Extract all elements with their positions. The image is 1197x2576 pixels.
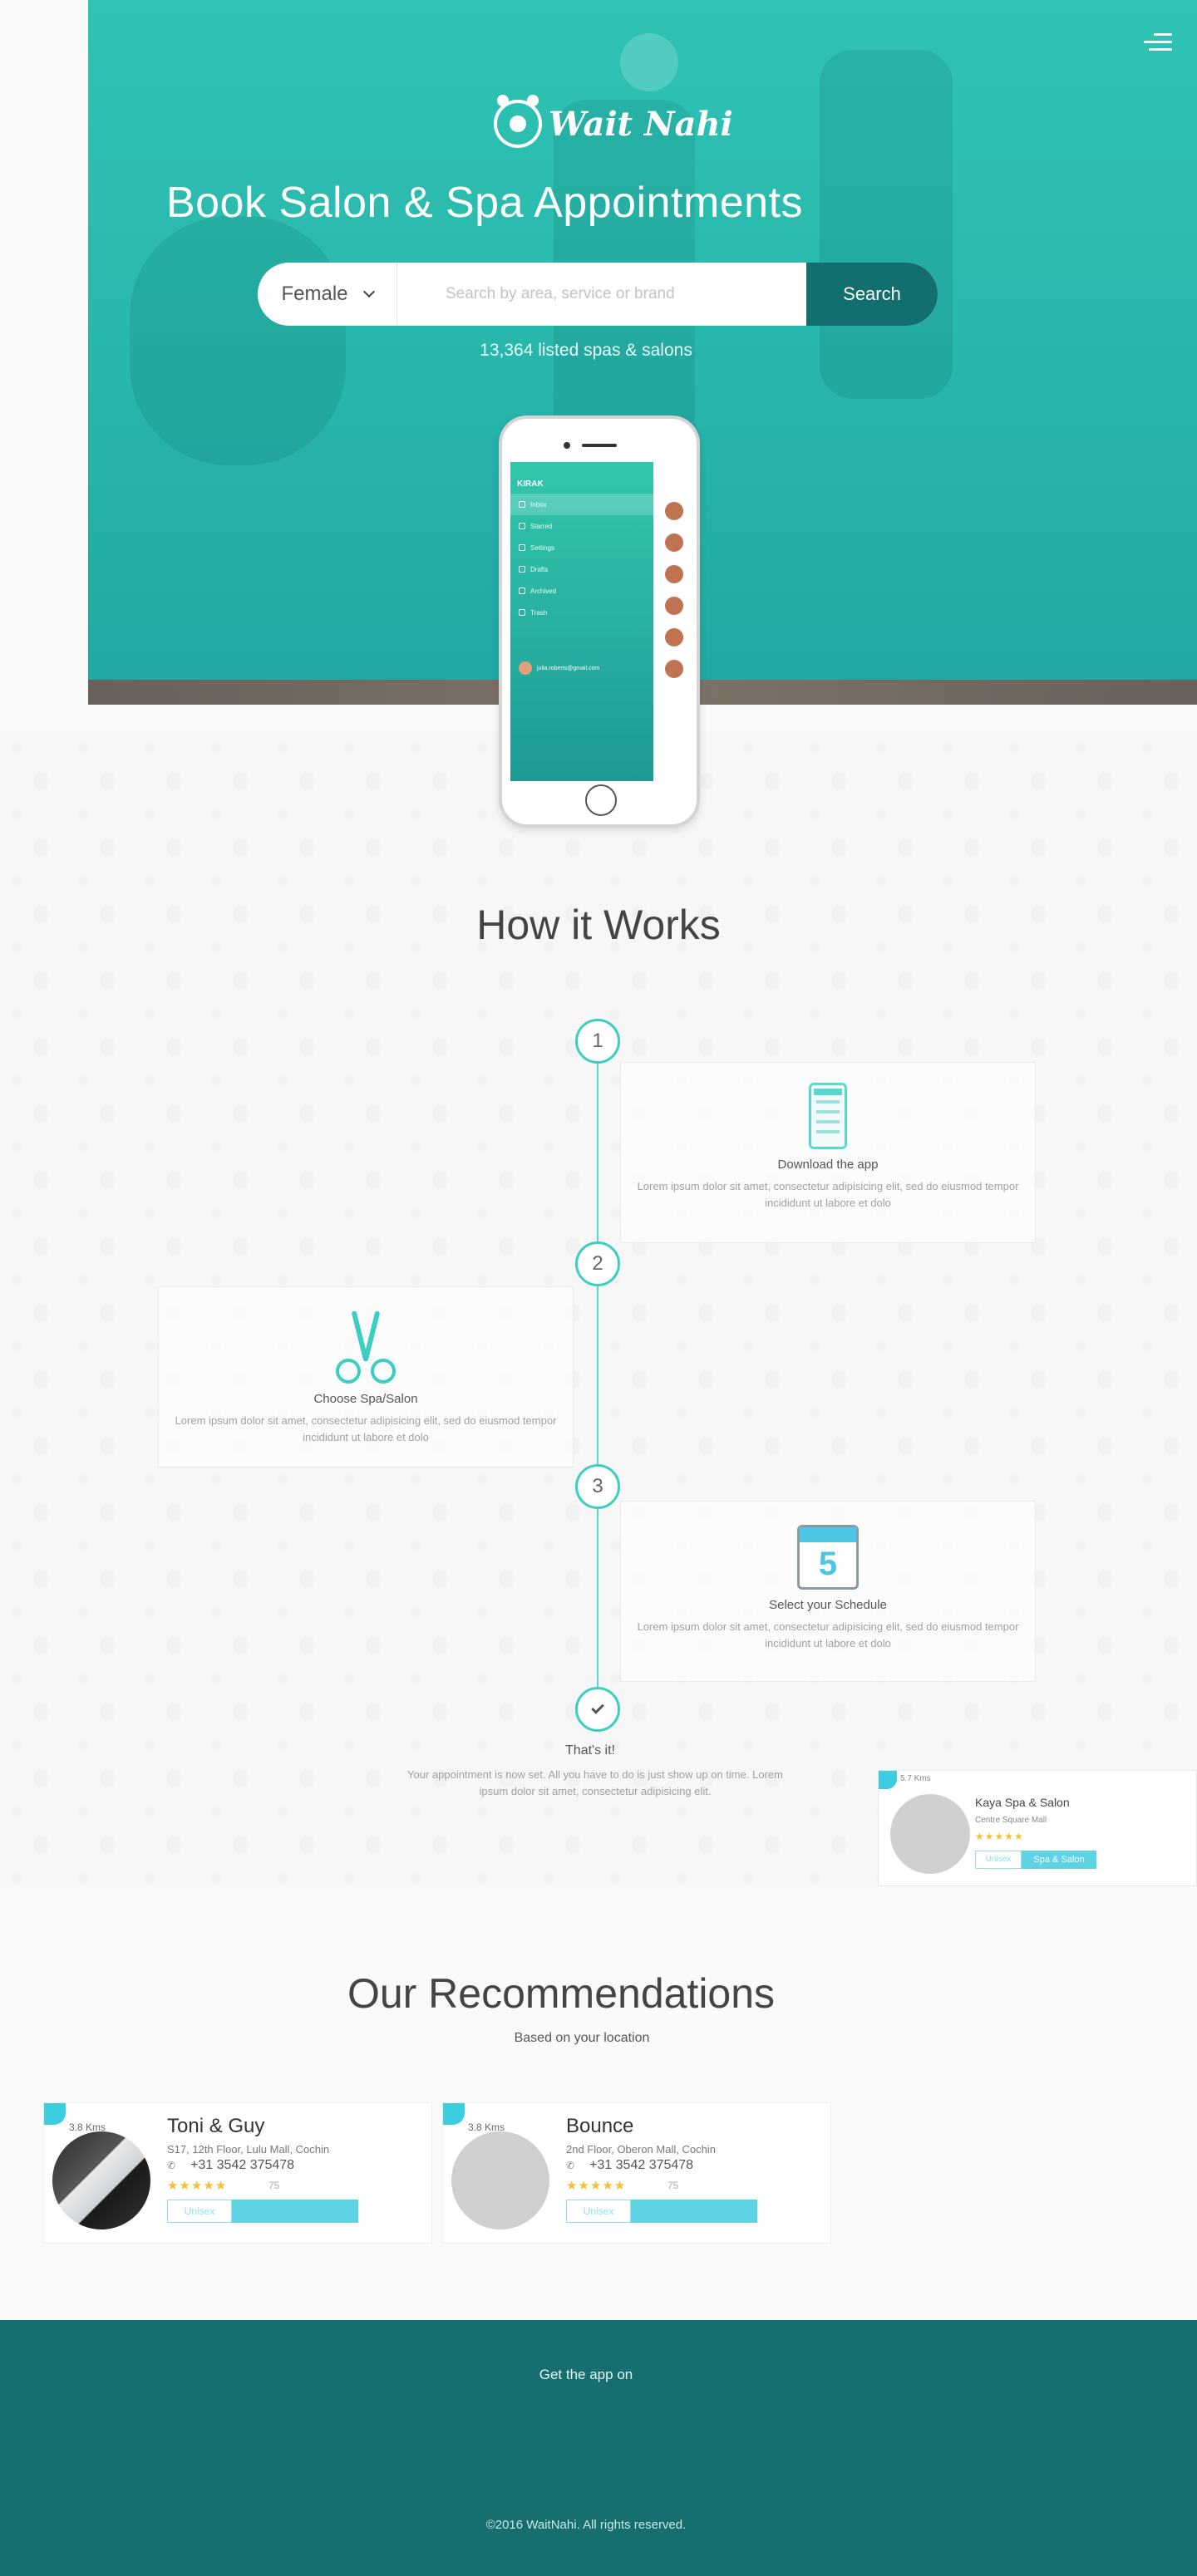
star-icon: [519, 523, 525, 529]
phone-icon: ✆: [566, 2160, 575, 2171]
salon-card-toni-guy[interactable]: 3.8 Kms Toni & Guy S17, 12th Floor, Lulu…: [43, 2102, 432, 2244]
done-desc: Your appointment is now set. All you hav…: [407, 1768, 783, 1797]
salon-location: Centre Square Mall: [975, 1816, 1047, 1825]
step-done: [575, 1687, 620, 1732]
avatar: [665, 660, 683, 678]
drawer-item-starred: Starred: [510, 515, 653, 537]
draft-icon: [519, 566, 525, 573]
step-title: Select your Schedule: [769, 1598, 887, 1612]
book-button[interactable]: [232, 2200, 358, 2223]
avatar: [665, 565, 683, 583]
timeline-line: [597, 1064, 598, 1712]
distance: 5.7 Kms: [900, 1774, 931, 1783]
app-drawer: KIRAK Inbox Starred Settings Drafts Arch…: [510, 462, 653, 781]
gear-icon: [519, 544, 525, 551]
drawer-user: julia.roberts@gmail.com: [519, 661, 599, 675]
step-number-1: 1: [575, 1019, 620, 1064]
gender-select-value: Female: [281, 283, 348, 305]
location-pin-icon: [44, 2103, 66, 2125]
salon-name: Toni & Guy: [167, 2115, 265, 2137]
app-name: KIRAK: [517, 479, 544, 489]
step-number-3: 3: [575, 1464, 620, 1509]
phone-screen: KIRAK Inbox Starred Settings Drafts Arch…: [510, 462, 688, 781]
rating-stars: ★★★★★: [566, 2179, 627, 2193]
mobile-app-icon: [809, 1083, 847, 1149]
salon-phone: ✆ +31 3542 375478: [566, 2158, 694, 2172]
search-input[interactable]: [397, 263, 806, 326]
location-pin-icon: [443, 2103, 465, 2125]
salon-card-bounce[interactable]: 3.8 Kms Bounce 2nd Floor, Oberon Mall, C…: [442, 2102, 831, 2244]
salon-phone: ✆ +31 3542 375478: [167, 2158, 295, 2172]
step-card-download: Download the app Lorem ipsum dolor sit a…: [620, 1062, 1036, 1243]
contact-avatars: [653, 494, 688, 691]
unisex-tag[interactable]: Unisex: [167, 2200, 232, 2223]
salon-name: Bounce: [566, 2115, 634, 2137]
phone-camera: [564, 442, 570, 449]
archive-icon: [519, 587, 525, 594]
step-desc: Lorem ipsum dolor sit amet, consectetur …: [175, 1414, 557, 1443]
get-app-text: Get the app on: [539, 2367, 633, 2382]
salon-photo: [451, 2131, 549, 2229]
step-card-choose: Choose Spa/Salon Lorem ipsum dolor sit a…: [158, 1286, 574, 1467]
step-desc: Lorem ipsum dolor sit amet, consectetur …: [637, 1180, 1019, 1209]
gender-select[interactable]: Female: [258, 263, 397, 326]
copyright: ©2016 WaitNahi. All rights reserved.: [485, 2518, 687, 2532]
checkmark-icon: [591, 1701, 604, 1714]
drawer-item-inbox: Inbox: [510, 494, 653, 515]
calendar-icon: 5: [797, 1525, 859, 1590]
avatar: [519, 661, 532, 675]
inbox-icon: [519, 501, 525, 508]
search-button[interactable]: Search: [806, 263, 938, 326]
drawer-item-archived: Archived: [510, 580, 653, 602]
hero-light: [620, 33, 678, 91]
recommendations-title: Our Recommendations: [347, 1970, 776, 2017]
rating-stars: ★★★★★: [975, 1831, 1024, 1842]
how-it-works-title: How it Works: [476, 902, 721, 948]
logo[interactable]: Wait Nahi: [494, 95, 733, 148]
hero-title: Book Salon & Spa Appointments: [165, 179, 804, 227]
unisex-tag[interactable]: Unisex: [566, 2200, 631, 2223]
step-desc: Lorem ipsum dolor sit amet, consectetur …: [637, 1620, 1019, 1649]
rating-stars: ★★★★★: [167, 2179, 228, 2193]
category-tag[interactable]: Spa & Salon: [1022, 1851, 1096, 1869]
alarm-clock-icon: [494, 95, 542, 148]
review-count: 75: [268, 2180, 280, 2191]
done-title: That's it!: [565, 1743, 615, 1757]
salon-image: [890, 1794, 970, 1874]
unisex-tag[interactable]: Unisex: [975, 1851, 1022, 1869]
trash-icon: [519, 609, 525, 616]
footer: Get the app on ©2016 WaitNahi. All right…: [0, 2320, 1197, 2576]
scissors-icon: [332, 1310, 399, 1384]
review-count: 75: [667, 2180, 679, 2191]
phone-mockup: KIRAK Inbox Starred Settings Drafts Arch…: [499, 415, 700, 828]
salon-address: 2nd Floor, Oberon Mall, Cochin: [566, 2143, 716, 2156]
drawer-item-drafts: Drafts: [510, 558, 653, 580]
salon-name: Kaya Spa & Salon: [975, 1796, 1070, 1809]
hamburger-menu-icon[interactable]: [1144, 33, 1172, 55]
step-number-2: 2: [575, 1241, 620, 1286]
listed-count: 13,364 listed spas & salons: [480, 341, 692, 360]
logo-text: Wait Nahi: [549, 104, 733, 144]
avatar: [665, 533, 683, 552]
drawer-item-settings: Settings: [510, 537, 653, 558]
salon-card-kaya[interactable]: 5.7 Kms Kaya Spa & Salon Centre Square M…: [878, 1770, 1197, 1886]
avatar: [665, 628, 683, 646]
phone-speaker: [582, 444, 617, 447]
avatar: [665, 502, 683, 520]
chevron-down-icon: [362, 285, 375, 298]
recommendations-subtitle: Based on your location: [514, 2031, 650, 2045]
step-title: Download the app: [777, 1158, 879, 1172]
step-title: Choose Spa/Salon: [313, 1392, 418, 1406]
phone-home-button: [585, 784, 617, 816]
salon-photo: [52, 2131, 150, 2229]
avatar: [665, 597, 683, 615]
step-card-schedule: 5 Select your Schedule Lorem ipsum dolor…: [620, 1501, 1036, 1682]
salon-address: S17, 12th Floor, Lulu Mall, Cochin: [167, 2143, 330, 2156]
phone-icon: ✆: [167, 2160, 176, 2171]
drawer-item-trash: Trash: [510, 602, 653, 623]
search-bar: Female Search: [258, 263, 938, 326]
location-pin-icon: [879, 1771, 897, 1789]
book-button[interactable]: [631, 2200, 757, 2223]
